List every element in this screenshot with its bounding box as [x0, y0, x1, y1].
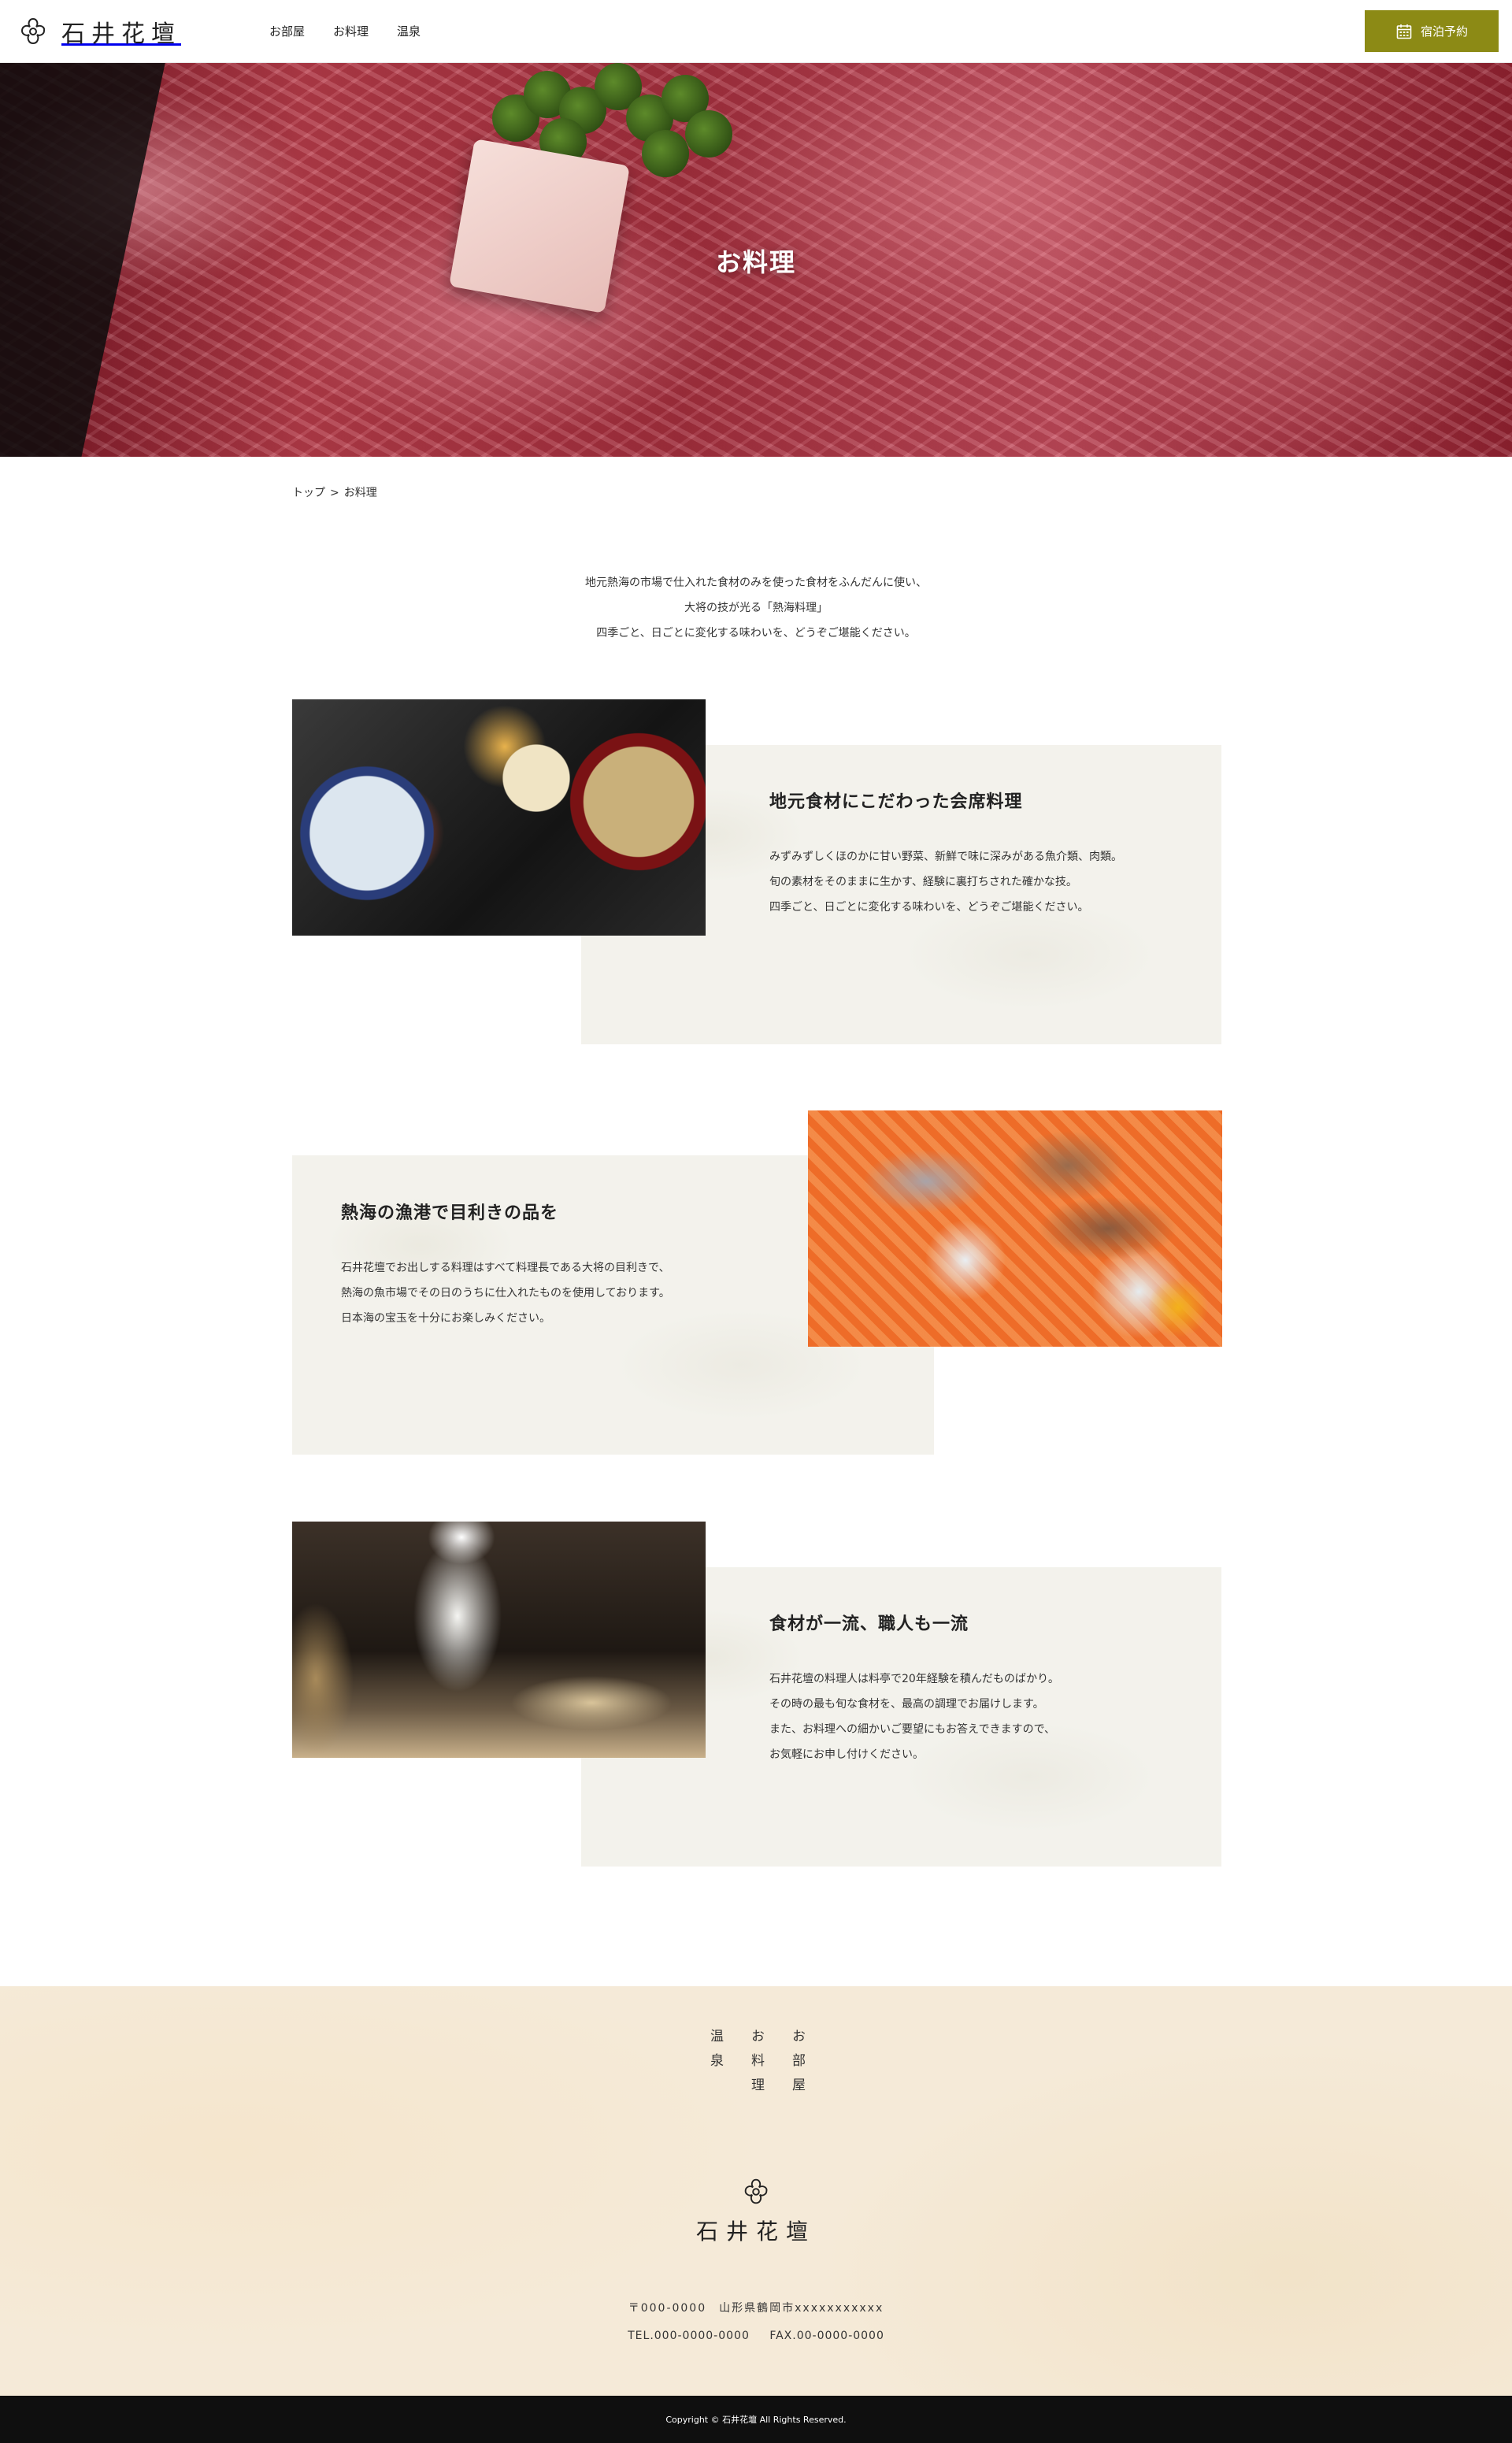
nav-item-hot-spring[interactable]: 温泉: [397, 22, 421, 41]
feature-body: 石井花壇でお出しする料理はすべて料理長である大将の目利きで、 熱海の魚市場でその…: [341, 1255, 670, 1331]
footer-nav-rooms[interactable]: お部屋: [789, 2029, 805, 2102]
copyright-bar: Copyright © 石井花壇 All Rights Reserved.: [0, 2396, 1512, 2443]
copyright-text: Copyright © 石井花壇 All Rights Reserved.: [665, 2415, 847, 2425]
footer-nav-hot-spring[interactable]: 温泉: [707, 2029, 723, 2102]
global-nav: お部屋 お料理 温泉: [269, 22, 449, 41]
feature-line: お気軽にお申し付けください。: [769, 1748, 924, 1761]
calendar-icon: [1396, 24, 1412, 39]
nav-item-rooms[interactable]: お部屋: [269, 22, 305, 41]
footer-contact: TEL.000-0000-0000 FAX.00-0000-0000: [0, 2330, 1512, 2342]
feature-line: 日本海の宝玉を十分にお楽しみください。: [341, 1312, 550, 1325]
feature-body: みずみずしくほのかに甘い野菜、新鮮で味に深みがある魚介類、肉類。 旬の素材をその…: [769, 844, 1122, 920]
site-logo[interactable]: 石井花壇: [16, 14, 181, 49]
intro-line: 大将の技が光る「熱海料理」: [684, 602, 828, 614]
reserve-button[interactable]: 宿泊予約: [1365, 10, 1499, 52]
intro-line: 地元熱海の市場で仕入れた食材のみを使った食材をふんだんに使い、: [585, 576, 927, 589]
feature-line: みずみずしくほのかに甘い野菜、新鮮で味に深みがある魚介類、肉類。: [769, 851, 1122, 863]
footer-nav-cuisine[interactable]: お料理: [748, 2029, 764, 2102]
breadcrumb: トップ > お料理: [292, 484, 377, 500]
site-footer: 温泉 お料理 お部屋 石井花壇 〒000-0000 山形県鶴岡市xxxxxxxx…: [0, 1986, 1512, 2396]
flower-crest-icon: [744, 2178, 768, 2204]
kaiseki-photo: [292, 699, 706, 936]
breadcrumb-current: お料理: [343, 487, 377, 499]
feature-title: 地元食材にこだわった会席料理: [769, 792, 1023, 812]
feature-line: 熱海の魚市場でその日のうちに仕入れたものを使用しております。: [341, 1287, 670, 1299]
feature-line: 石井花壇でお出しする料理はすべて料理長である大将の目利きで、: [341, 1262, 670, 1274]
feature-body: 石井花壇の料理人は料亭で20年経験を積んだものばかり。 その時の最も旬な食材を、…: [769, 1666, 1059, 1767]
intro-text: 地元熱海の市場で仕入れた食材のみを使った食材をふんだんに使い、 大将の技が光る「…: [0, 570, 1512, 646]
footer-address: 〒000-0000 山形県鶴岡市xxxxxxxxxxx: [628, 2302, 884, 2315]
footer-tel: TEL.000-0000-0000: [628, 2330, 750, 2342]
breadcrumb-home[interactable]: トップ: [292, 487, 325, 499]
feature-title: 熱海の漁港で目利きの品を: [341, 1203, 559, 1223]
feature-line: 旬の素材をそのままに生かす、経験に裏打ちされた確かな技。: [769, 876, 1077, 888]
feature-line: 四季ごと、日ごとに変化する味わいを、どうぞご堪能ください。: [769, 901, 1089, 914]
hero-banner: お料理: [0, 63, 1512, 457]
reserve-button-label: 宿泊予約: [1420, 24, 1468, 39]
breadcrumb-separator: >: [330, 487, 339, 499]
page-title: お料理: [715, 247, 796, 277]
seafood-photo: [808, 1110, 1222, 1347]
feature-line: 石井花壇の料理人は料亭で20年経験を積んだものばかり。: [769, 1673, 1059, 1685]
chef-photo: [292, 1522, 706, 1758]
intro-line: 四季ごと、日ごとに変化する味わいを、どうぞご堪能ください。: [596, 627, 916, 639]
footer-logo: 石井花壇: [0, 2175, 1512, 2246]
site-header: 石井花壇 お部屋 お料理 温泉 宿泊予約: [0, 0, 1512, 63]
feature-line: また、お料理への細かいご要望にもお答えできますので、: [769, 1723, 1056, 1736]
hero-fat-cube: [449, 139, 630, 313]
nav-item-cuisine[interactable]: お料理: [333, 22, 369, 41]
feature-title: 食材が一流、職人も一流: [769, 1614, 969, 1634]
footer-nav: 温泉 お料理 お部屋: [0, 2029, 1512, 2102]
flower-crest-icon: [20, 17, 46, 45]
footer-fax: FAX.00-0000-0000: [769, 2330, 884, 2342]
footer-site-name: 石井花壇: [695, 2219, 816, 2245]
feature-line: その時の最も旬な食材を、最高の調理でお届けします。: [769, 1698, 1044, 1711]
site-name: 石井花壇: [61, 20, 181, 48]
